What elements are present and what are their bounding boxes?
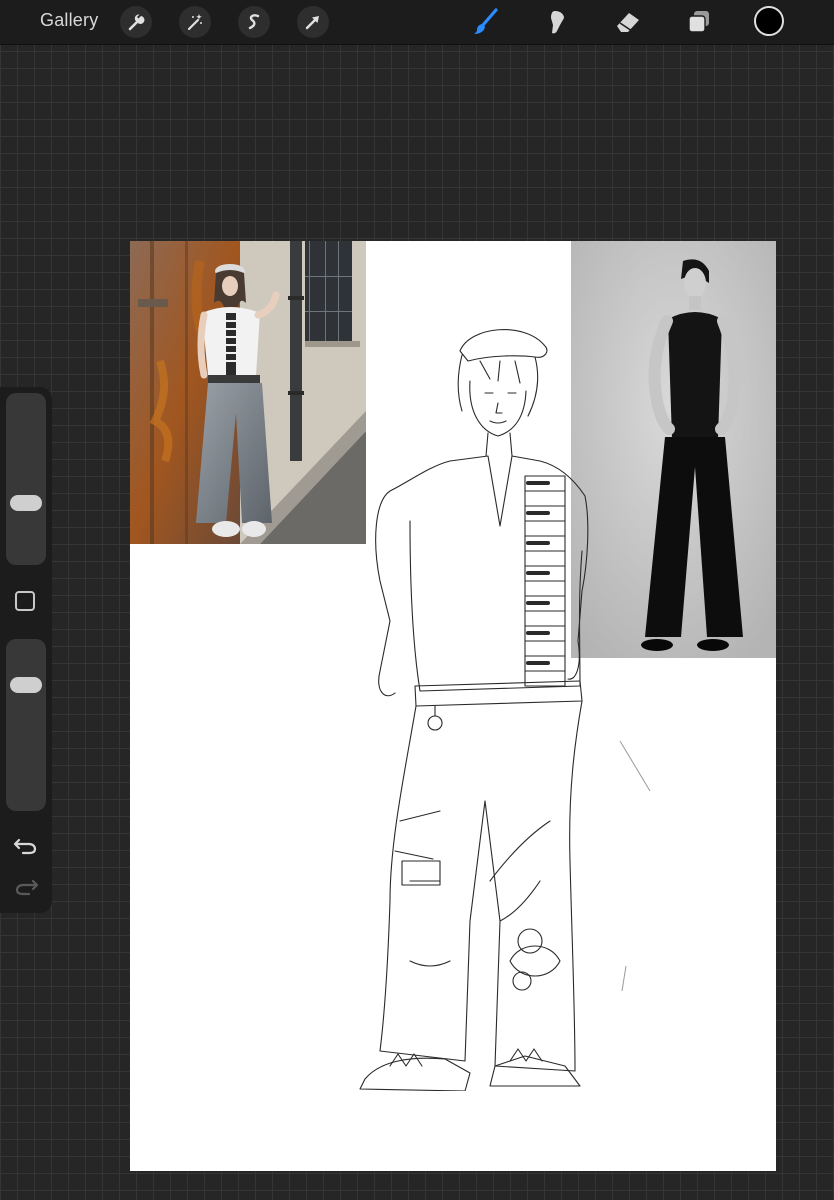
layers-icon [688, 11, 709, 33]
reference-photo-left [130, 241, 366, 544]
brush-icon [474, 8, 498, 34]
color-picker-button[interactable] [754, 6, 784, 36]
smudge-icon [551, 11, 564, 34]
eraser-tool-button[interactable] [610, 4, 646, 40]
fashion-figure-sketch [359, 329, 589, 1091]
brush-size-slider[interactable] [6, 393, 46, 565]
actions-button[interactable] [120, 6, 152, 38]
magic-wand-icon [187, 14, 202, 31]
selection-icon [248, 14, 260, 30]
top-toolbar: Gallery [0, 0, 834, 45]
stray-sketch-strokes [619, 740, 651, 991]
opacity-slider[interactable] [6, 639, 46, 811]
transform-button[interactable] [297, 6, 329, 38]
smudge-tool-button[interactable] [539, 4, 575, 40]
layers-button[interactable] [681, 4, 717, 40]
sidebar [0, 387, 52, 913]
selection-button[interactable] [238, 6, 270, 38]
opacity-slider-thumb[interactable] [10, 677, 42, 694]
eraser-icon [617, 13, 639, 32]
brush-tool-button[interactable] [468, 4, 504, 40]
gallery-button[interactable]: Gallery [40, 10, 98, 31]
adjustments-button[interactable] [179, 6, 211, 38]
redo-icon[interactable] [13, 875, 39, 899]
brush-size-slider-thumb[interactable] [10, 494, 42, 511]
wrench-icon [128, 14, 145, 31]
modify-square-icon[interactable] [15, 591, 35, 611]
drawing-canvas[interactable] [130, 241, 776, 1171]
undo-icon[interactable] [13, 834, 39, 858]
transform-arrow-icon [305, 16, 319, 30]
